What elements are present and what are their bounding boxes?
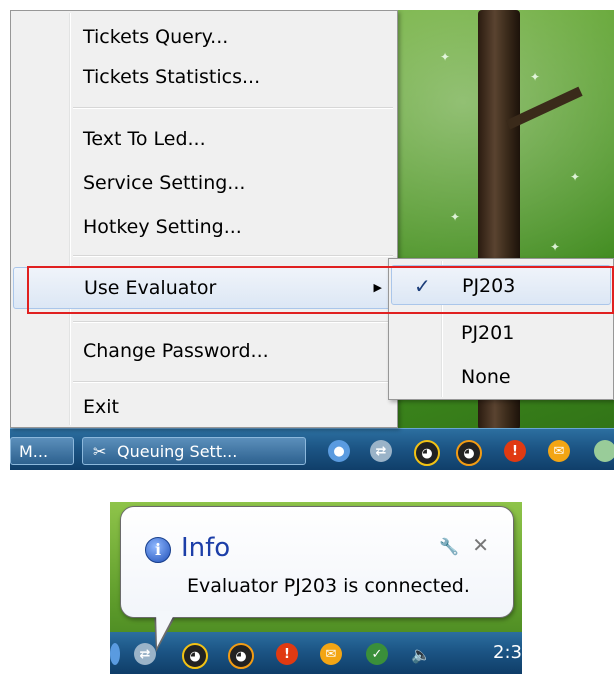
volume-icon[interactable]: 🔈 (410, 643, 432, 665)
qq-penguin-icon[interactable]: ◕ (182, 643, 208, 669)
sparkle-icon: ✦ (570, 170, 581, 184)
alert-icon[interactable]: ! (504, 440, 526, 462)
taskbar-button-queuing-settings[interactable]: ✂ Queuing Sett... (82, 437, 306, 465)
menu-item-use-evaluator[interactable]: Use Evaluator ▶ (13, 267, 395, 309)
top-screenshot: ✦ ✦ ✦ ✦ ✦ M... ✂ Queuing Sett... ● ⇄ ◕ ◕… (10, 10, 614, 470)
submenu-item-none[interactable]: None (391, 357, 611, 397)
sparkle-icon: ✦ (530, 70, 541, 84)
checkmark-icon: ✓ (414, 274, 431, 298)
qq-penguin-icon[interactable]: ◕ (414, 440, 440, 466)
network-icon[interactable] (110, 643, 120, 665)
mail-icon[interactable]: ✉ (548, 440, 570, 462)
qq-penguin-message-icon[interactable]: ◕ (456, 440, 482, 466)
notification-message: Evaluator PJ203 is connected. (187, 575, 470, 597)
wrench-icon[interactable]: 🔧 (439, 537, 459, 556)
menu-separator (73, 255, 393, 257)
balloon-tail-inner (156, 611, 176, 647)
tools-icon: ✂ (93, 442, 107, 461)
menu-item-label: Use Evaluator (84, 277, 217, 299)
menu-separator (73, 381, 393, 383)
security-icon[interactable]: ✓ (366, 643, 388, 665)
submenu-item-pj203[interactable]: ✓ PJ203 (391, 265, 611, 305)
evaluator-tray-icon[interactable]: ⇄ (370, 440, 392, 462)
menu-item-tickets-query[interactable]: Tickets Query... (13, 17, 395, 57)
menu-separator (73, 107, 393, 109)
notification-balloon[interactable]: i Info 🔧 ✕ Evaluator PJ203 is connected. (120, 506, 514, 618)
mail-icon[interactable]: ✉ (320, 643, 342, 665)
menu-item-service-setting[interactable]: Service Setting... (13, 163, 395, 203)
evaluator-tray-icon[interactable]: ⇄ (134, 643, 156, 665)
submenu-item-pj201[interactable]: PJ201 (391, 313, 611, 353)
menu-item-hotkey-setting[interactable]: Hotkey Setting... (13, 207, 395, 247)
network-icon[interactable]: ● (328, 440, 350, 462)
clock[interactable]: 2:3 (493, 642, 522, 663)
taskbar-button-label: Queuing Sett... (117, 442, 238, 461)
close-icon[interactable]: ✕ (472, 533, 489, 557)
menu-separator (73, 321, 393, 323)
taskbar-button-m[interactable]: M... (10, 437, 74, 465)
menu-item-exit[interactable]: Exit (13, 387, 395, 427)
tray-icon-partial[interactable] (594, 440, 614, 462)
submenu-item-label: PJ203 (462, 275, 516, 297)
info-icon: i (145, 537, 171, 563)
qq-penguin-message-icon[interactable]: ◕ (228, 643, 254, 669)
sparkle-icon: ✦ (450, 210, 461, 224)
sparkle-icon: ✦ (550, 240, 561, 254)
bottom-screenshot: ⇄ ◕ ◕ ! ✉ ✓ 🔈 2:3 i Info 🔧 ✕ Evaluator P… (110, 502, 522, 674)
menu-item-change-password[interactable]: Change Password... (13, 331, 395, 371)
submenu-arrow-icon: ▶ (373, 281, 382, 294)
taskbar: M... ✂ Queuing Sett... ● ⇄ ◕ ◕ ! ✉ (10, 428, 614, 470)
context-menu: Tickets Query... Tickets Statistics... T… (10, 10, 398, 428)
sparkle-icon: ✦ (440, 50, 451, 64)
menu-item-text-to-led[interactable]: Text To Led... (13, 119, 395, 159)
alert-icon[interactable]: ! (276, 643, 298, 665)
evaluator-submenu: ✓ PJ203 PJ201 None (388, 258, 614, 400)
notification-title: Info (181, 533, 231, 563)
menu-item-tickets-statistics[interactable]: Tickets Statistics... (13, 57, 395, 97)
